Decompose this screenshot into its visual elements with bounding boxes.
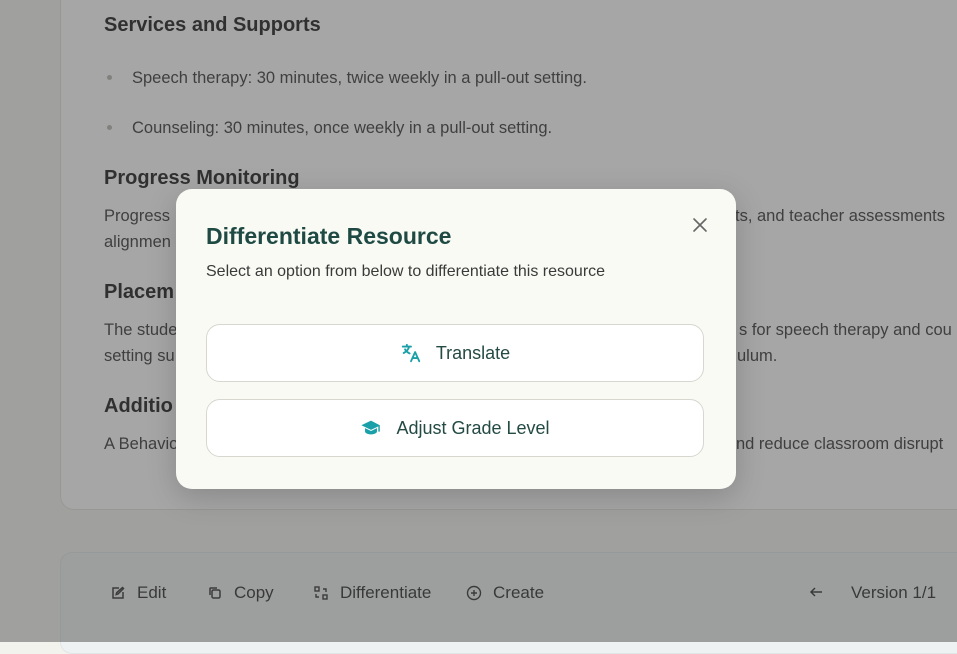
close-icon	[693, 218, 707, 232]
translate-icon	[400, 342, 422, 364]
adjust-grade-level-label: Adjust Grade Level	[396, 417, 550, 438]
dialog-title: Differentiate Resource	[206, 223, 452, 249]
close-button[interactable]	[690, 215, 710, 235]
differentiate-resource-dialog: Differentiate Resource Select an option …	[176, 189, 736, 489]
adjust-grade-level-button[interactable]: Adjust Grade Level	[206, 399, 704, 457]
translate-button[interactable]: Translate	[206, 324, 704, 382]
dialog-subtitle: Select an option from below to different…	[206, 263, 606, 280]
graduation-cap-icon	[360, 417, 382, 439]
translate-label: Translate	[435, 342, 511, 363]
